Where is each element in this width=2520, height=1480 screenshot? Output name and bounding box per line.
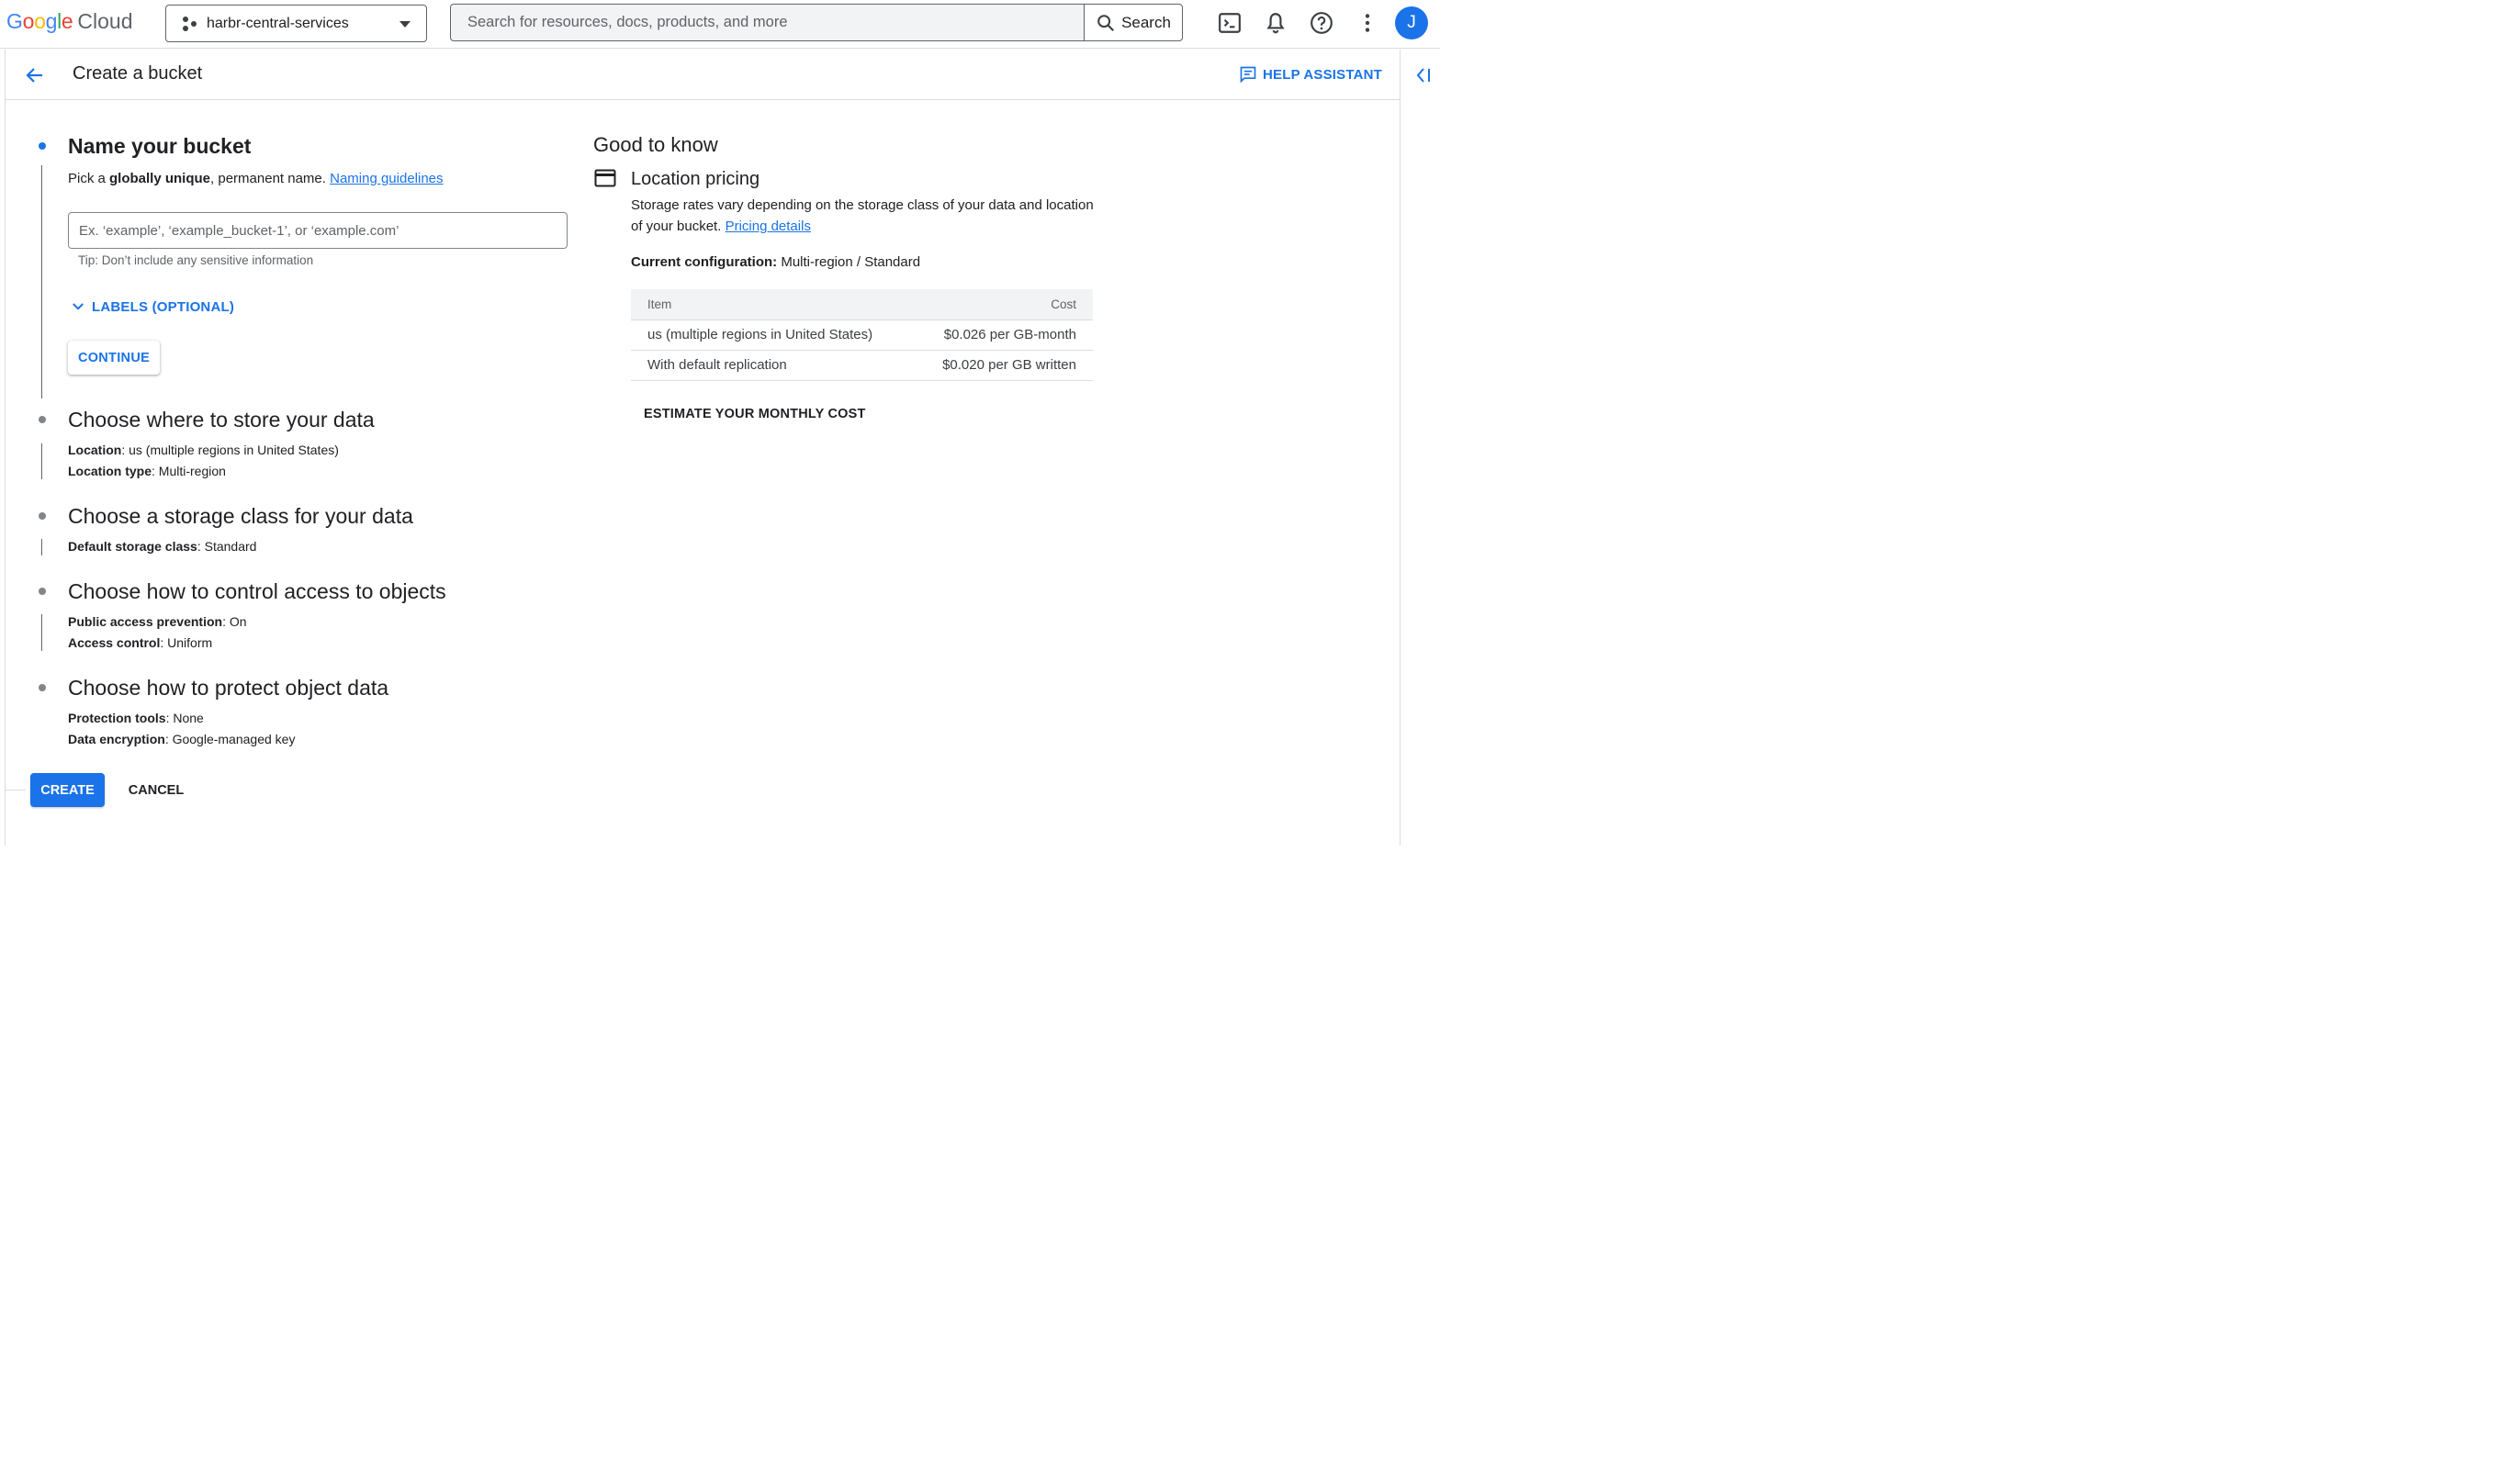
protection-tools-summary: Protection tools: None (68, 711, 204, 725)
step-title-access: Choose how to control access to objects (68, 579, 446, 603)
create-button[interactable]: CREATE (30, 773, 106, 808)
cancel-button[interactable]: CANCEL (118, 773, 195, 807)
project-picker-icon (181, 15, 199, 33)
labels-toggle[interactable]: LABELS (OPTIONAL) (70, 298, 234, 315)
location-summary: Location: us (multiple regions in United… (68, 443, 339, 457)
step-title-storage-class: Choose a storage class for your data (68, 504, 413, 528)
chevron-down-icon (73, 303, 84, 310)
step-indicator (39, 588, 47, 595)
name-tip: Tip: Don’t include any sensitive informa… (78, 253, 314, 267)
location-type-summary: Location type: Multi-region (68, 464, 226, 478)
location-type-value: : Multi-region (152, 464, 226, 478)
data-encryption-value: : Google-managed key (164, 732, 296, 747)
page-header: Create a bucket HELP ASSISTANT (6, 50, 1401, 101)
step-indicator-active (39, 142, 47, 150)
good-to-know-heading: Good to know (593, 133, 718, 156)
location-type-key: Location type (68, 464, 152, 478)
table-cell-item: With default replication (631, 350, 916, 381)
protection-tools-key: Protection tools (68, 711, 166, 726)
continue-button[interactable]: CONTINUE (68, 341, 161, 376)
storage-class-key: Default storage class (68, 539, 197, 554)
pricing-details-link[interactable]: Pricing details (726, 219, 811, 234)
storage-class-value: : Standard (197, 539, 257, 554)
credit-card-icon (594, 169, 616, 187)
table-header-row: Item Cost (631, 289, 1093, 320)
pricing-table: Item Cost us (multiple regions in United… (631, 289, 1093, 381)
step-title-name: Name your bucket (68, 134, 252, 159)
step-connector (41, 539, 43, 555)
location-key: Location (68, 443, 122, 458)
table-row: us (multiple regions in United States) $… (631, 320, 1093, 351)
labels-toggle-label: LABELS (OPTIONAL) (92, 298, 235, 315)
search-button-label: Search (1121, 13, 1171, 31)
table-cell-cost: $0.020 per GB written (915, 350, 1093, 381)
bucket-name-input[interactable] (68, 212, 568, 249)
cloud-shell-icon[interactable] (1218, 11, 1242, 35)
public-access-summary: Public access prevention: On (68, 614, 247, 629)
location-pricing-title: Location pricing (631, 169, 760, 190)
public-access-value: : On (222, 614, 247, 630)
location-value: : us (multiple regions in United States) (121, 443, 339, 458)
current-configuration-key: Current configuration: (631, 254, 778, 270)
collapse-panel-icon[interactable] (1414, 66, 1433, 84)
page-title: Create a bucket (73, 63, 203, 84)
step-title-protection: Choose how to protect object data (68, 676, 389, 701)
name-desc-text-2: , permanent name. (210, 171, 331, 187)
cloud-wordmark: Cloud (77, 9, 133, 33)
step-indicator (39, 512, 47, 520)
table-row: With default replication $0.020 per GB w… (631, 350, 1093, 381)
estimate-monthly-cost-button[interactable]: ESTIMATE YOUR MONTHLY COST (632, 398, 878, 430)
side-panel-rail (1400, 50, 1440, 847)
step-indicator (39, 684, 47, 692)
name-desc-bold: globally unique (109, 171, 211, 187)
naming-guidelines-link[interactable]: Naming guidelines (330, 171, 443, 186)
table-cell-item: us (multiple regions in United States) (631, 320, 916, 351)
step-connector (41, 443, 43, 479)
project-name: harbr-central-services (207, 15, 349, 31)
help-assistant-button[interactable]: HELP ASSISTANT (1239, 65, 1382, 84)
help-icon[interactable] (1310, 11, 1333, 35)
access-control-key: Access control (68, 635, 161, 651)
search-icon (1097, 14, 1115, 31)
step-indicator (39, 416, 47, 424)
access-control-value: : Uniform (160, 635, 213, 651)
step-connector (41, 165, 43, 399)
help-assistant-label: HELP ASSISTANT (1263, 66, 1383, 83)
notifications-bell-icon[interactable] (1264, 11, 1288, 35)
name-description: Pick a globally unique, permanent name. … (68, 171, 444, 186)
chevron-down-icon (399, 21, 411, 28)
avatar[interactable]: J (1395, 6, 1429, 40)
more-vert-icon[interactable] (1356, 11, 1379, 35)
column-header-item: Item (631, 289, 916, 320)
left-divider (5, 50, 6, 847)
public-access-key: Public access prevention (68, 614, 223, 630)
current-configuration: Current configuration: Multi-region / St… (631, 254, 920, 270)
search-bar: Search (450, 4, 1184, 42)
top-app-bar: Google Cloud harbr-central-services Sear… (0, 0, 1441, 50)
step-connector (41, 614, 43, 652)
access-control-summary: Access control: Uniform (68, 635, 212, 650)
data-encryption-summary: Data encryption: Google-managed key (68, 732, 295, 746)
name-desc-text: Pick a (68, 171, 110, 187)
data-encryption-key: Data encryption (68, 732, 165, 747)
back-arrow-icon[interactable] (24, 64, 46, 86)
project-picker[interactable]: harbr-central-services (165, 5, 428, 43)
search-input[interactable] (451, 5, 1085, 41)
storage-class-summary: Default storage class: Standard (68, 539, 256, 554)
column-header-cost: Cost (915, 289, 1093, 320)
current-configuration-value: Multi-region / Standard (777, 254, 921, 270)
google-wordmark: Google (6, 9, 73, 33)
protection-tools-value: : None (165, 711, 204, 726)
table-cell-cost: $0.026 per GB-month (915, 320, 1093, 351)
step-title-location: Choose where to store your data (68, 408, 375, 432)
chat-icon (1240, 66, 1256, 84)
location-pricing-description: Storage rates vary depending on the stor… (631, 195, 1095, 237)
search-button[interactable]: Search (1084, 5, 1182, 41)
google-cloud-logo[interactable]: Google Cloud (6, 9, 133, 37)
pricing-description-text: Storage rates vary depending on the stor… (631, 197, 1094, 235)
